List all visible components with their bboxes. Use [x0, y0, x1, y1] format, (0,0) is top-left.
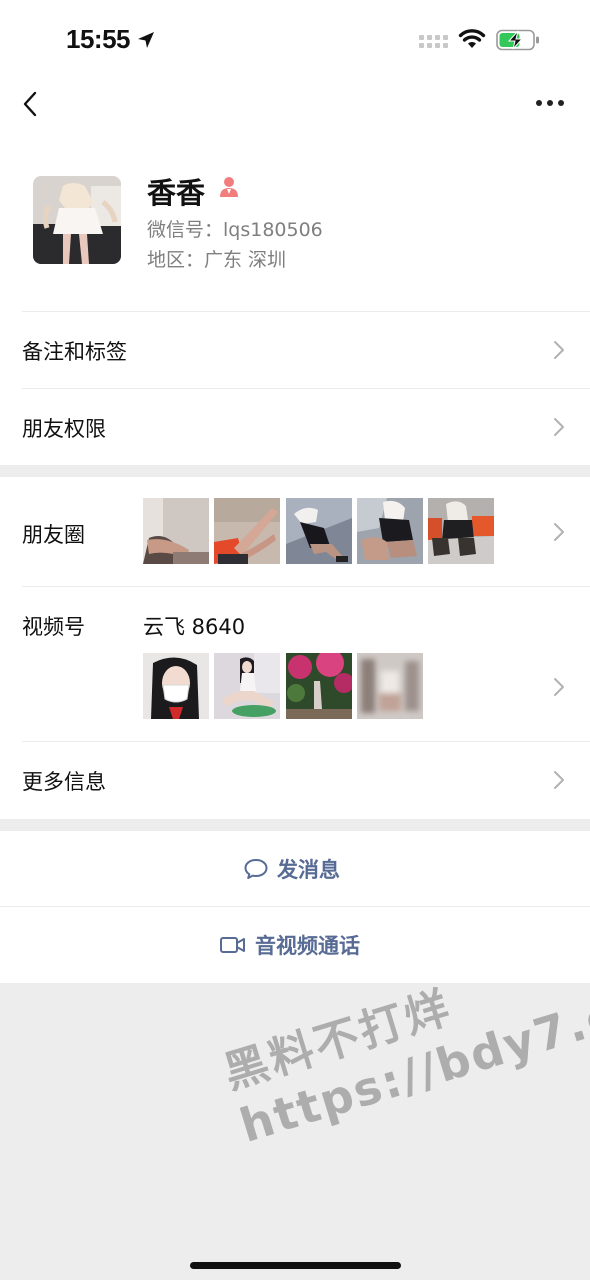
region: 地区：广东 深圳: [147, 249, 287, 271]
wifi-icon: [458, 29, 486, 48]
moments-thumbnail: [214, 498, 280, 564]
status-time: 15:55: [66, 24, 131, 54]
moments-label: 朋友圈: [22, 523, 85, 547]
send-message-button[interactable]: 发消息: [0, 831, 590, 907]
location-arrow-icon: [138, 32, 154, 48]
friend-permission-row[interactable]: 朋友权限: [0, 389, 590, 465]
chevron-right-icon: [554, 771, 564, 789]
back-arrow-icon[interactable]: [20, 90, 44, 118]
video-call-label: 音视频通话: [255, 934, 360, 958]
status-bar: 15:55: [0, 0, 590, 80]
chevron-right-icon: [554, 418, 564, 436]
moments-thumbnail: [143, 498, 209, 564]
moments-thumbnail: [357, 498, 423, 564]
channels-thumbnail: [214, 653, 280, 719]
navigation-bar: [0, 80, 590, 140]
channels-account-name: 云飞 8640: [143, 615, 246, 639]
battery-charging-icon: [496, 29, 539, 51]
home-indicator: [190, 1262, 401, 1269]
nickname: 香香: [147, 176, 206, 210]
profile-header: 香香 微信号：lqs180506 地区：广东 深圳: [0, 140, 590, 312]
moments-row[interactable]: 朋友圈: [0, 477, 590, 587]
moments-thumbnail: [286, 498, 352, 564]
female-gender-icon: [220, 177, 238, 197]
moments-thumbnail: [428, 498, 494, 564]
remark-tags-label: 备注和标签: [22, 340, 127, 364]
cellular-signal-icon: [419, 35, 448, 48]
chevron-right-icon: [554, 678, 564, 696]
more-info-row[interactable]: 更多信息: [0, 742, 590, 819]
chat-bubble-icon: [244, 859, 268, 879]
friend-permission-label: 朋友权限: [22, 417, 106, 441]
channels-label: 视频号: [22, 615, 85, 639]
chevron-right-icon: [554, 523, 564, 541]
video-camera-icon: [220, 937, 245, 953]
remark-tags-row[interactable]: 备注和标签: [0, 312, 590, 389]
more-options-icon[interactable]: [536, 100, 564, 106]
channels-row[interactable]: 视频号 云飞 8640: [0, 587, 590, 742]
send-message-label: 发消息: [277, 858, 340, 882]
chevron-right-icon: [554, 341, 564, 359]
channels-thumbnail: [357, 653, 423, 719]
channels-thumbnail: [143, 653, 209, 719]
wechat-id: 微信号：lqs180506: [147, 219, 323, 241]
channels-thumbnail: [286, 653, 352, 719]
avatar[interactable]: [33, 176, 121, 264]
more-info-label: 更多信息: [22, 770, 106, 794]
